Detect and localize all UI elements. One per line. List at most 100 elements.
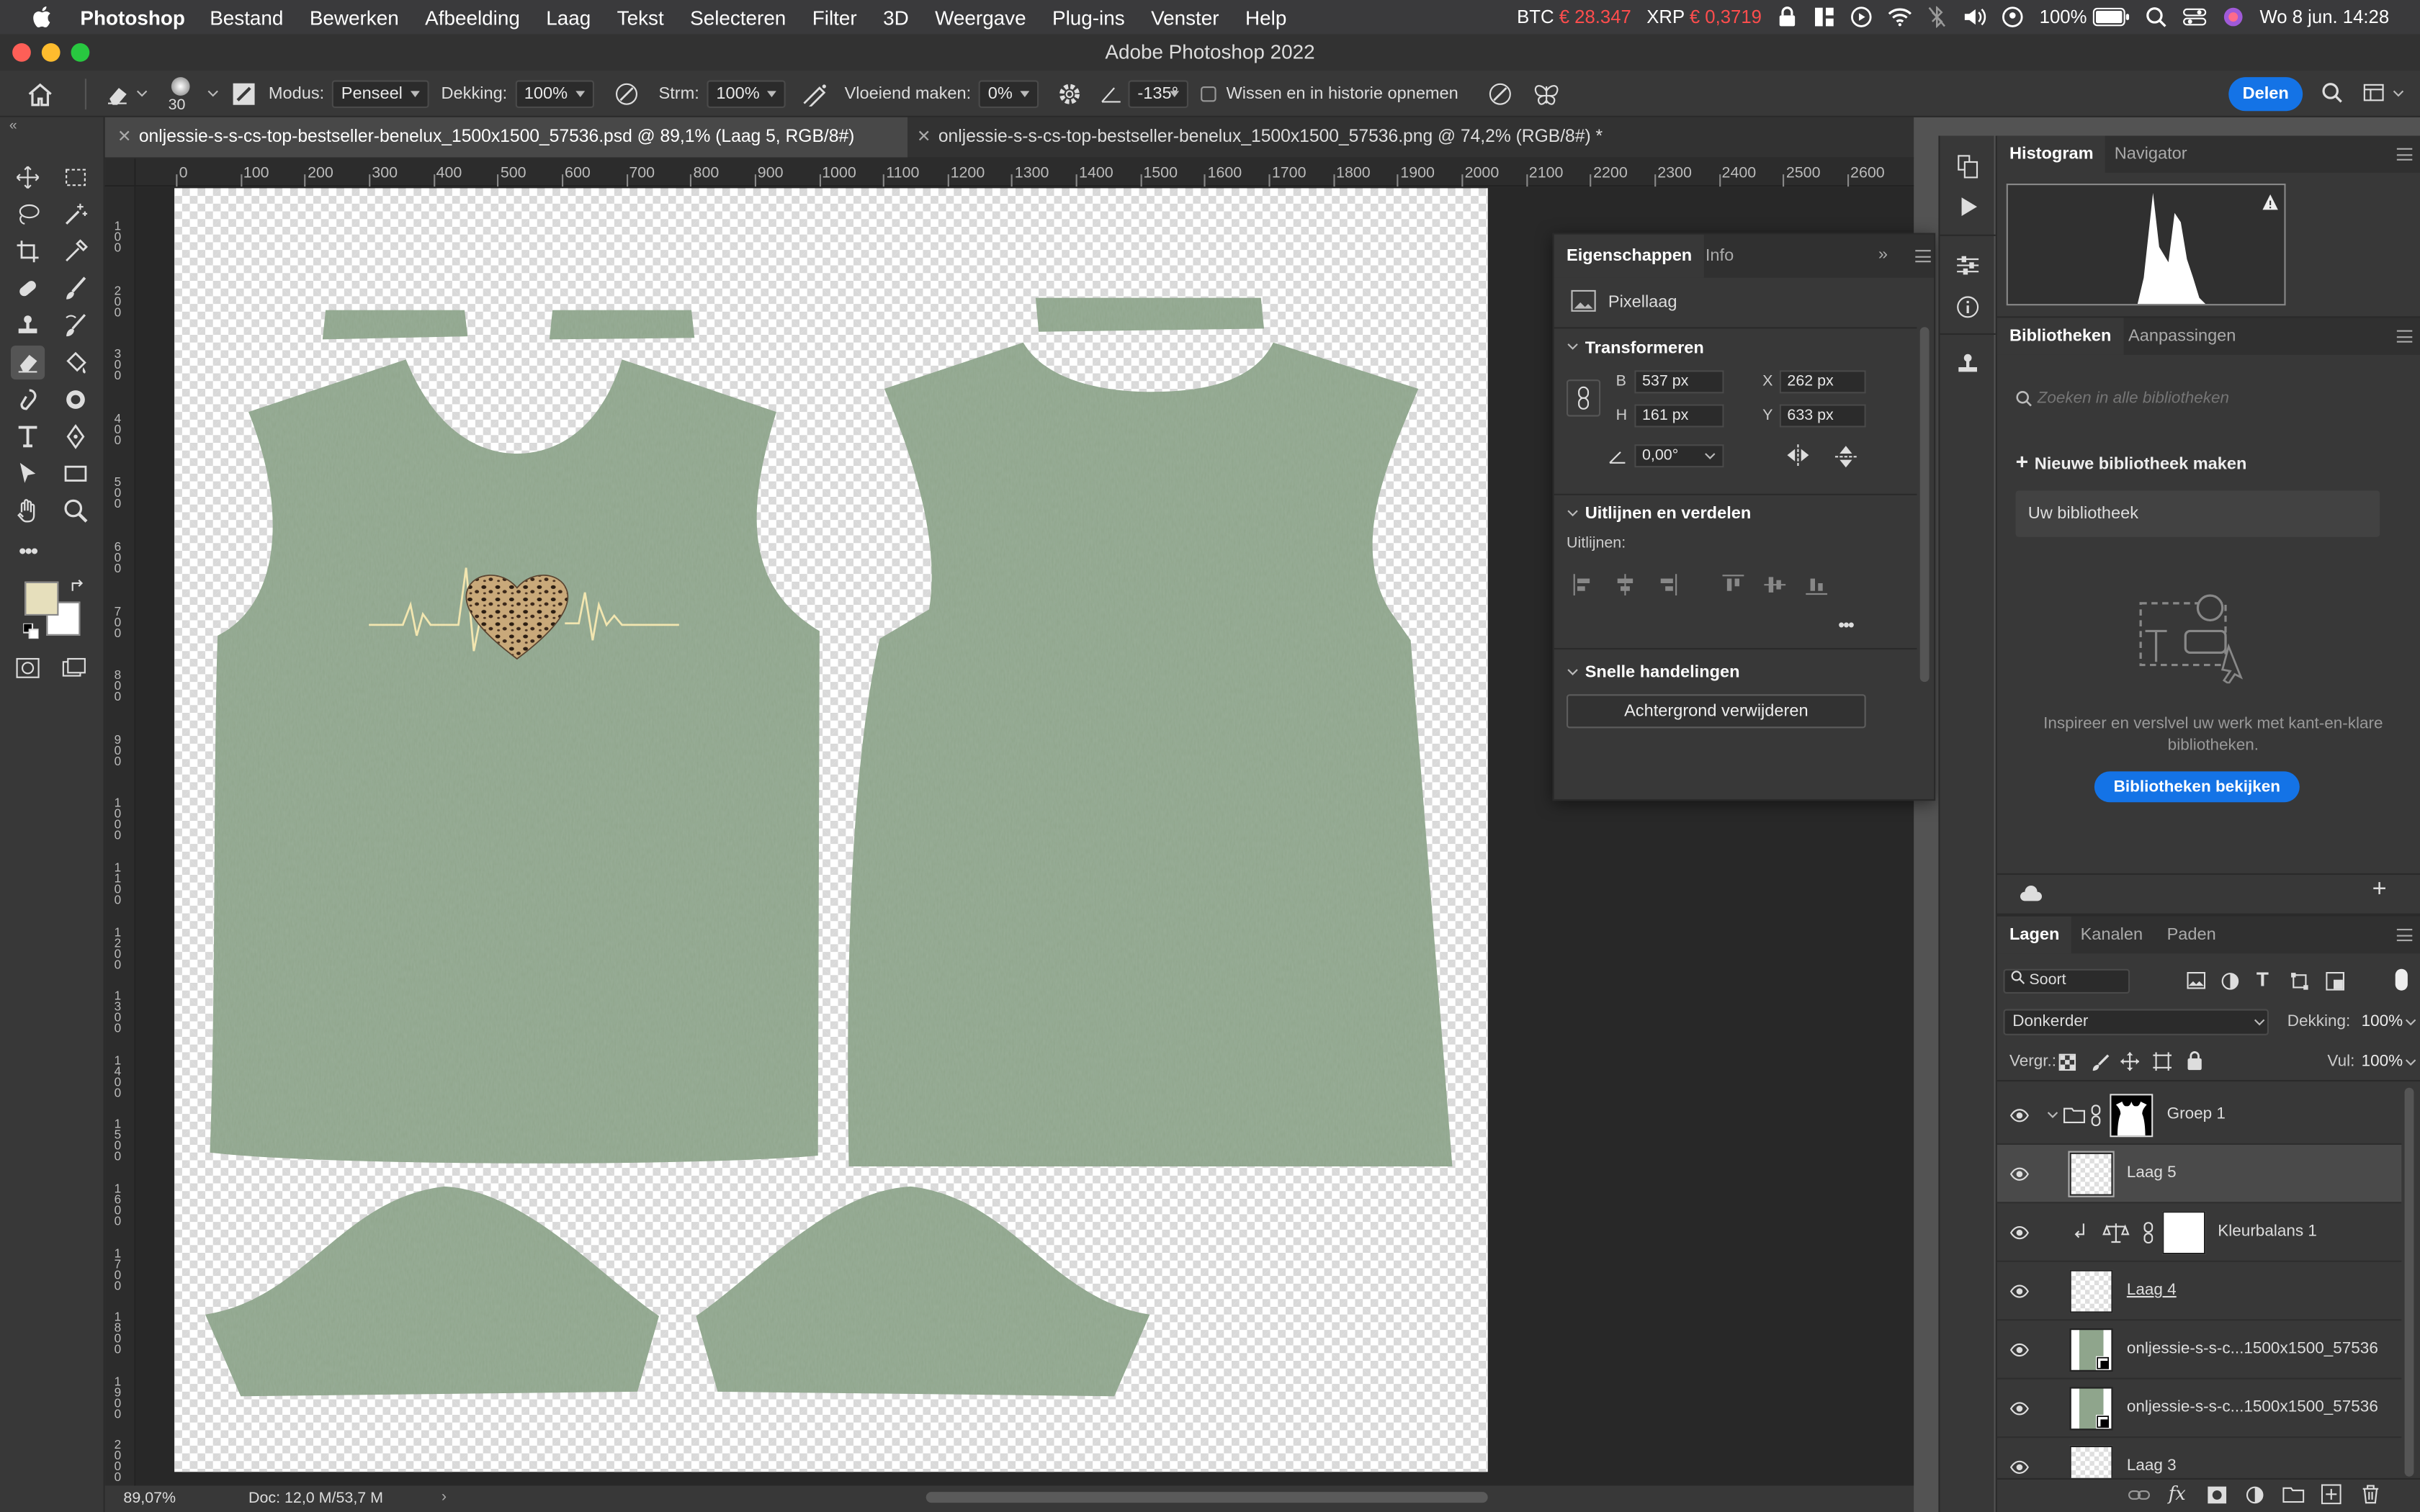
blend-mode-dropdown[interactable]: Donkerder: [2003, 1009, 2269, 1035]
status-menu-arrow-icon[interactable]: ›: [442, 1489, 447, 1506]
warning-icon[interactable]: [2261, 193, 2280, 212]
menu-bewerken[interactable]: Bewerken: [310, 6, 399, 29]
chevron-down-icon[interactable]: [1567, 668, 1579, 678]
screen-mode-icon[interactable]: [62, 657, 86, 679]
align-top-icon[interactable]: [1722, 574, 1744, 595]
properties-scrollbar[interactable]: [1919, 327, 1930, 683]
zoom-level[interactable]: 89,07%: [123, 1490, 176, 1508]
brush-tool-icon[interactable]: [58, 271, 92, 305]
quick-actions-title[interactable]: Snelle handelingen: [1585, 663, 1740, 682]
filter-pixel-icon[interactable]: [2187, 972, 2206, 989]
flow-dropdown[interactable]: 100%: [707, 79, 786, 107]
more-options-icon[interactable]: •••: [1838, 614, 1855, 636]
control-center-icon[interactable]: [2182, 6, 2207, 28]
pressure-size-icon[interactable]: [1486, 81, 1514, 106]
chevron-down-icon[interactable]: [1567, 509, 1579, 518]
brush-settings-icon[interactable]: [231, 81, 256, 106]
lock-transparent-icon[interactable]: [2058, 1053, 2076, 1071]
layer-thumbnail[interactable]: [2069, 1445, 2113, 1478]
clone-stamp-tool-icon[interactable]: [11, 309, 45, 343]
symmetry-butterfly-icon[interactable]: [1533, 81, 1561, 106]
default-colors-icon[interactable]: [23, 623, 39, 639]
swap-colors-icon[interactable]: [69, 579, 84, 594]
link-icon[interactable]: [2091, 1104, 2101, 1127]
history-brush-tool-icon[interactable]: [58, 309, 92, 343]
zoom-tool-icon[interactable]: [58, 494, 92, 528]
panel-menu-icon[interactable]: [2396, 330, 2413, 343]
brush-preset-picker[interactable]: 30: [163, 73, 197, 114]
lock-artboard-icon[interactable]: [2153, 1052, 2172, 1071]
horizontal-ruler[interactable]: 0 100 200 300 400 500 600 700 800 900 1000 1100 1200…: [135, 158, 1914, 187]
crop-tool-icon[interactable]: [11, 235, 45, 269]
height-field[interactable]: 161 px: [1634, 404, 1724, 428]
clock[interactable]: Wo 8 jun. 14:28: [2259, 6, 2389, 28]
your-library-item[interactable]: Uw bibliotheek: [2015, 490, 2380, 537]
menu-tekst[interactable]: Tekst: [617, 6, 664, 29]
layer-thumbnail[interactable]: [2069, 1269, 2113, 1313]
transform-section-title[interactable]: Transformeren: [1585, 339, 1704, 358]
menu-afbeelding[interactable]: Afbeelding: [425, 6, 520, 29]
flip-vertical-icon[interactable]: [1834, 444, 1857, 469]
visibility-eye-icon[interactable]: [2009, 1106, 2030, 1125]
tab-histogram[interactable]: Histogram: [1996, 135, 2106, 173]
pen-tool-icon[interactable]: [58, 420, 92, 454]
tab-info[interactable]: Info: [1693, 235, 1747, 278]
doc-size-info[interactable]: Doc: 12,0 M/53,7 M: [248, 1490, 383, 1508]
document-canvas[interactable]: [174, 188, 1488, 1472]
filter-type-icon[interactable]: T: [2257, 968, 2269, 991]
tab-bibliotheken[interactable]: Bibliotheken: [1996, 318, 2124, 355]
rectangle-tool-icon[interactable]: [58, 456, 92, 490]
workspace-icon[interactable]: [2363, 82, 2385, 104]
hand-tool-icon[interactable]: [11, 494, 45, 528]
spotlight-search-icon[interactable]: [2146, 6, 2167, 28]
erase-history-checkbox[interactable]: [1201, 85, 1217, 102]
tab-kanalen[interactable]: Kanalen: [2068, 917, 2155, 953]
bluetooth-off-icon[interactable]: [1928, 6, 1947, 28]
tab-lagen[interactable]: Lagen: [1996, 916, 2072, 954]
layer-thumbnail[interactable]: [2068, 1151, 2115, 1197]
type-tool-icon[interactable]: [11, 420, 45, 454]
wifi-icon[interactable]: [1888, 6, 1913, 28]
tab-eigenschappen[interactable]: Eigenschappen: [1554, 234, 1705, 278]
dodge-tool-icon[interactable]: [58, 382, 92, 416]
layer-opacity-value[interactable]: 100%: [2362, 1012, 2403, 1031]
home-icon[interactable]: [26, 81, 54, 106]
chevron-down-icon[interactable]: [2405, 1018, 2417, 1027]
tab-paden[interactable]: Paden: [2154, 917, 2228, 953]
flip-horizontal-icon[interactable]: [1785, 444, 1810, 467]
angle-field[interactable]: -135°: [1128, 79, 1190, 107]
layer-row-laag-4[interactable]: Laag 4: [1996, 1262, 2402, 1321]
link-layers-icon[interactable]: [2128, 1488, 2150, 1503]
add-library-icon[interactable]: +: [2372, 876, 2387, 904]
layer-row-laag-5[interactable]: Laag 5: [1996, 1145, 2402, 1204]
menu-laag[interactable]: Laag: [546, 6, 591, 29]
apple-icon[interactable]: [31, 6, 53, 28]
menu-selecteren[interactable]: Selecteren: [690, 6, 786, 29]
more-tools-icon[interactable]: •••: [11, 534, 45, 567]
new-group-icon[interactable]: [2282, 1486, 2305, 1503]
menu-3d[interactable]: 3D: [883, 6, 909, 29]
marquee-tool-icon[interactable]: [58, 161, 92, 194]
smudge-tool-icon[interactable]: [11, 382, 45, 416]
visibility-eye-icon[interactable]: [2009, 1341, 2030, 1359]
user-circle-icon[interactable]: [2002, 6, 2024, 28]
window-close-button[interactable]: [12, 43, 31, 62]
new-library-button[interactable]: + Nieuwe bibliotheek maken: [2016, 449, 2247, 474]
share-button[interactable]: Delen: [2228, 77, 2303, 112]
link-icon[interactable]: [2143, 1222, 2154, 1244]
lock-pixels-icon[interactable]: [2092, 1054, 2110, 1073]
window-minimize-button[interactable]: [41, 43, 60, 62]
filter-toggle-switch[interactable]: [2395, 968, 2408, 991]
filter-shape-icon[interactable]: [2290, 972, 2309, 991]
layer-row-smart-object-1[interactable]: onljessie-s-s-c...1500x1500_57536: [1996, 1320, 2402, 1380]
new-layer-icon[interactable]: [2321, 1484, 2341, 1505]
history-panel-icon[interactable]: [1955, 154, 1980, 179]
play-circle-icon[interactable]: [1851, 6, 1873, 28]
chevron-down-icon[interactable]: [136, 89, 148, 98]
menu-weergave[interactable]: Weergave: [935, 6, 1026, 29]
chevron-down-icon[interactable]: [2254, 1018, 2266, 1027]
window-layout-icon[interactable]: [1814, 6, 1836, 28]
adjustments-panel-icon[interactable]: [1955, 253, 1980, 277]
visibility-eye-icon[interactable]: [2009, 1165, 2030, 1184]
panel-menu-icon[interactable]: [2396, 148, 2413, 161]
